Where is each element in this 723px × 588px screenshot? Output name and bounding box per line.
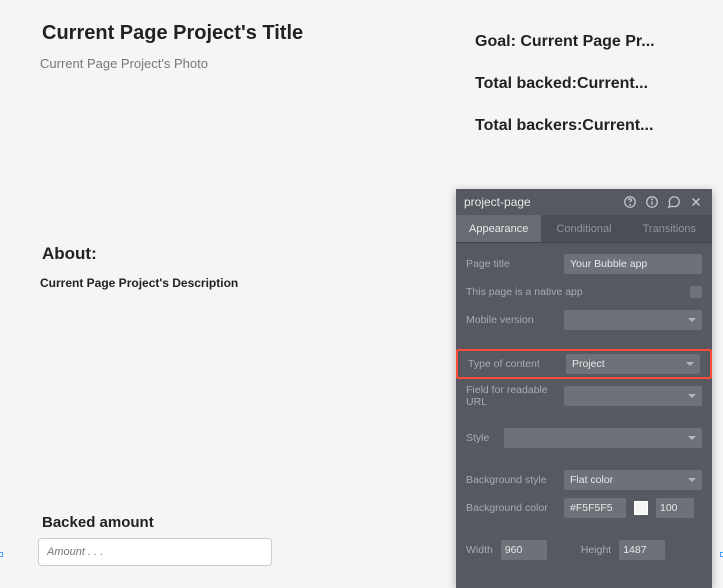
total-backers-stat: Total backers:Current...	[475, 117, 685, 135]
about-description: Current Page Project's Description	[40, 276, 238, 290]
label-background-style: Background style	[466, 474, 564, 486]
row-readable-url: Field for readable URL	[466, 383, 702, 409]
select-readable-url[interactable]	[564, 386, 702, 406]
panel-title: project-page	[464, 195, 616, 209]
select-style[interactable]	[504, 428, 702, 448]
row-page-title: Page title	[466, 251, 702, 277]
row-type-of-content: Type of content Project	[456, 349, 712, 379]
tab-appearance[interactable]: Appearance	[456, 215, 541, 242]
panel-header[interactable]: project-page	[456, 189, 712, 215]
panel-tabs: Appearance Conditional Transitions	[456, 215, 712, 243]
input-page-title[interactable]	[564, 254, 702, 274]
checkbox-native-app[interactable]	[690, 286, 702, 298]
input-height[interactable]	[619, 540, 665, 560]
backed-amount-heading: Backed amount	[42, 514, 154, 531]
total-backed-stat: Total backed:Current...	[475, 75, 685, 93]
row-background-color: Background color	[466, 495, 702, 521]
info-icon[interactable]	[644, 194, 660, 210]
select-background-style-value: Flat color	[570, 474, 613, 486]
label-native-app: This page is a native app	[466, 286, 690, 298]
label-type-of-content: Type of content	[468, 358, 566, 370]
page-title: Current Page Project's Title	[42, 22, 303, 45]
select-type-of-content-value: Project	[572, 358, 605, 370]
editor-canvas: Current Page Project's Title Current Pag…	[0, 0, 723, 588]
label-page-title: Page title	[466, 258, 564, 270]
label-width: Width	[466, 544, 493, 556]
row-style: Style	[466, 425, 702, 451]
input-width[interactable]	[501, 540, 547, 560]
property-panel[interactable]: project-page Appearance Conditional Tran…	[456, 189, 712, 588]
select-background-style[interactable]: Flat color	[564, 470, 702, 490]
help-icon[interactable]	[622, 194, 638, 210]
tab-conditional[interactable]: Conditional	[541, 215, 626, 242]
row-dimensions: Width Height	[466, 537, 702, 563]
selection-handle-left[interactable]	[0, 552, 3, 557]
input-background-color-opacity[interactable]	[656, 498, 694, 518]
amount-input[interactable]	[38, 538, 272, 566]
row-background-style: Background style Flat color	[466, 467, 702, 493]
stats-block: Goal: Current Page Pr... Total backed:Cu…	[475, 33, 685, 159]
label-background-color: Background color	[466, 502, 564, 514]
row-mobile-version: Mobile version	[466, 307, 702, 333]
about-heading: About:	[42, 244, 97, 264]
panel-body: Page title This page is a native app Mob…	[456, 243, 712, 571]
swatch-background-color[interactable]	[634, 501, 648, 515]
close-icon[interactable]	[688, 194, 704, 210]
label-height: Height	[581, 544, 611, 556]
label-mobile-version: Mobile version	[466, 314, 564, 326]
label-readable-url: Field for readable URL	[466, 384, 564, 408]
row-native-app: This page is a native app	[466, 279, 702, 305]
tab-transitions[interactable]: Transitions	[627, 215, 712, 242]
comment-icon[interactable]	[666, 194, 682, 210]
select-mobile-version[interactable]	[564, 310, 702, 330]
input-background-color-hex[interactable]	[564, 498, 626, 518]
label-style: Style	[466, 432, 504, 444]
goal-stat: Goal: Current Page Pr...	[475, 33, 685, 51]
page-photo: Current Page Project's Photo	[40, 56, 208, 71]
select-type-of-content[interactable]: Project	[566, 354, 700, 374]
